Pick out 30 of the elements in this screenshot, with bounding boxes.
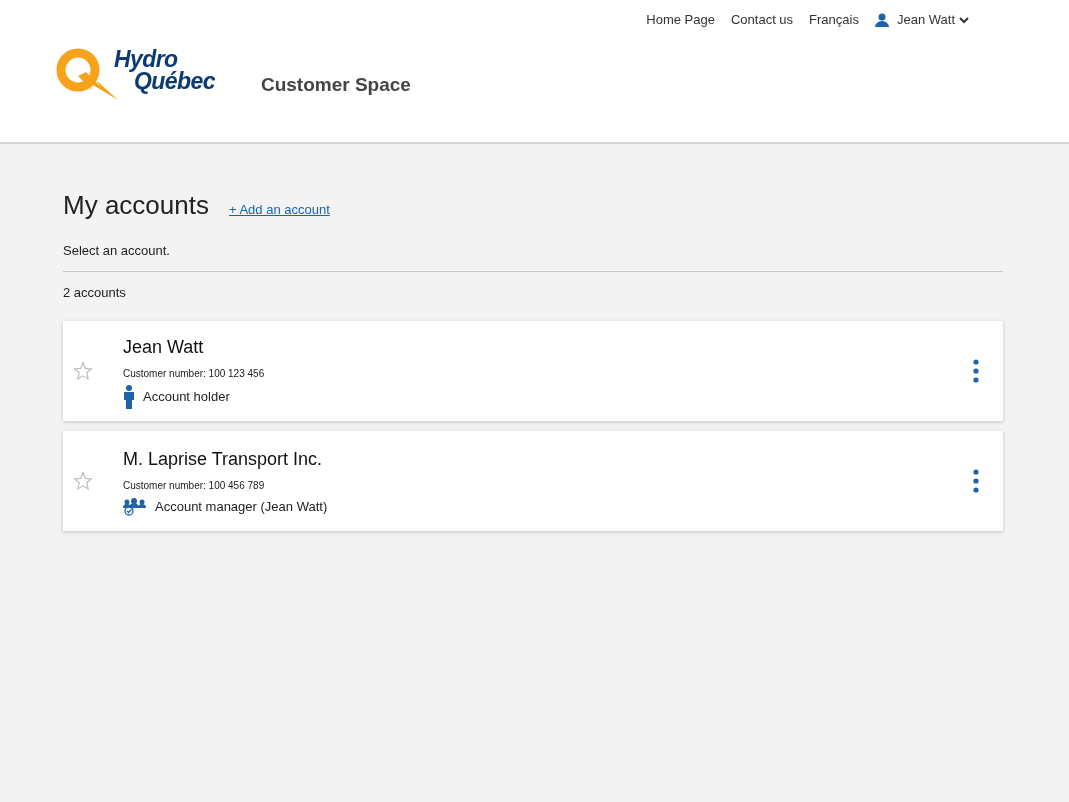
add-account-link[interactable]: + Add an account [228, 200, 330, 220]
nav-link[interactable]: Contact us [730, 10, 794, 30]
account-card[interactable]: M. Laprise Transport Inc. Customer number: 100 456 789 Account manager (Jean Watt) [63, 431, 1003, 531]
account-name: Jean Watt [123, 335, 205, 359]
more-options-button[interactable] [973, 469, 979, 493]
site-title: Customer Space [260, 73, 411, 97]
account-count: 2 accounts [63, 283, 127, 302]
logo[interactable]: Hydro Québec [56, 47, 215, 102]
user-icon [874, 12, 889, 27]
nav-link[interactable]: Home Page [646, 10, 715, 30]
logo-text: Québec [134, 69, 215, 92]
more-options-button[interactable] [973, 359, 979, 383]
account-role: Account manager (Jean Watt) [155, 497, 328, 516]
account-name: M. Laprise Transport Inc. [123, 447, 324, 471]
instruction-text: Select an account. [63, 242, 171, 260]
account-role: Account holder [143, 387, 230, 406]
group-icon [123, 497, 147, 516]
logo-text: Hydro [114, 47, 178, 70]
user-menu[interactable]: Jean Watt [874, 10, 969, 30]
star-icon[interactable] [73, 361, 93, 381]
person-icon [123, 384, 135, 409]
customer-number: Customer number: 100 123 456 [123, 366, 266, 381]
account-card[interactable]: Jean Watt Customer number: 100 123 456 Account holder [63, 321, 1003, 421]
customer-number: Customer number: 100 456 789 [123, 478, 266, 493]
more-vertical-icon [973, 469, 979, 493]
more-vertical-icon [973, 359, 979, 383]
page-title: My accounts [63, 189, 209, 222]
star-icon[interactable] [73, 471, 93, 491]
chevron-down-icon [959, 15, 969, 24]
nav-link[interactable]: Français [809, 10, 859, 30]
